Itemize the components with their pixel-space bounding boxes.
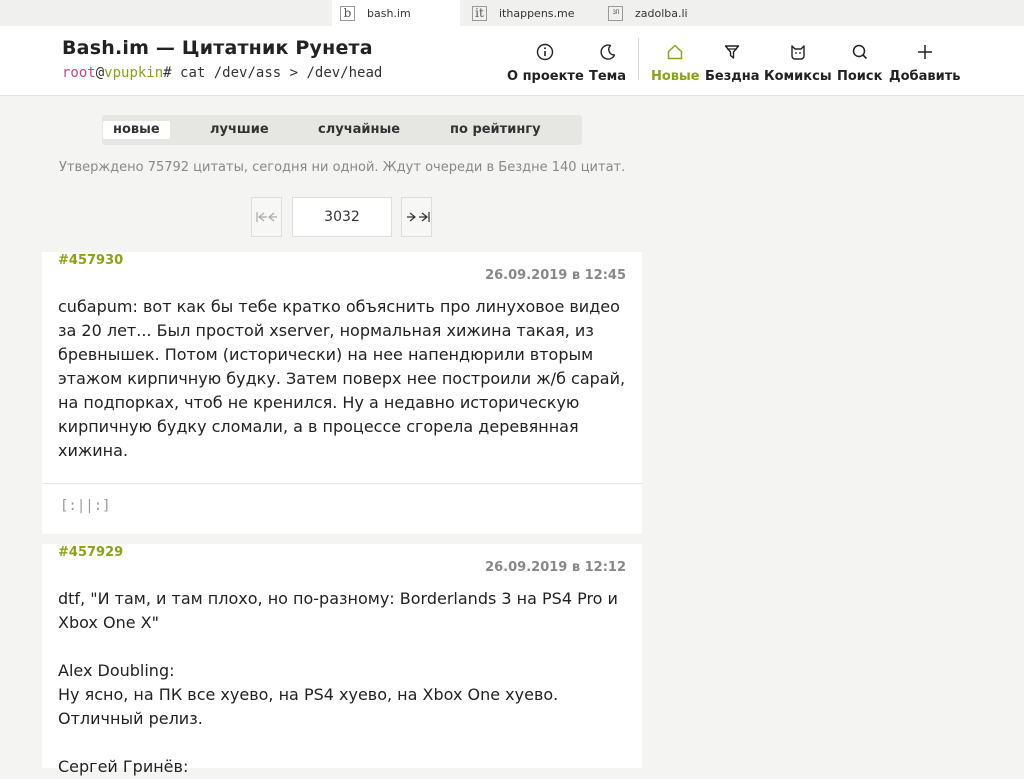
cat-icon bbox=[787, 41, 809, 63]
nav-label: Новые bbox=[651, 69, 700, 84]
site-title[interactable]: Bash.im — Цитатник Рунета bbox=[62, 37, 373, 59]
prompt-at: @ bbox=[95, 65, 105, 81]
nav-label: Тема bbox=[589, 69, 627, 84]
nav-comics[interactable]: Комиксы bbox=[764, 26, 832, 96]
quote-card: #457930 26.09.2019 в 12:45 cuбapum: вот … bbox=[42, 252, 642, 534]
network-tab-label: ithappens.me bbox=[499, 6, 575, 20]
sort-tabs: новые лучшие случайные по рейтингу bbox=[102, 115, 582, 145]
prompt-host: vpupkin bbox=[104, 65, 164, 81]
network-tab-ithappens[interactable]: it ithappens.me bbox=[464, 0, 596, 26]
network-bar: b bash.im it ithappens.me ЗЛ zadolba.li bbox=[0, 0, 1024, 26]
zadolba-logo-icon: ЗЛ bbox=[608, 5, 623, 21]
home-icon bbox=[664, 41, 686, 63]
quote-card: #457929 26.09.2019 в 12:12 dtf, "И там, … bbox=[42, 544, 642, 776]
nav-new[interactable]: Новые bbox=[651, 26, 700, 96]
prompt-command: # cat /dev/ass > /dev/head bbox=[163, 65, 383, 81]
nav-label: Комиксы bbox=[764, 69, 832, 84]
network-tab-bash[interactable]: b bash.im bbox=[332, 0, 460, 26]
info-icon bbox=[534, 41, 556, 63]
quote-date: 26.09.2019 в 12:12 bbox=[485, 560, 626, 575]
pager-next-last[interactable] bbox=[401, 197, 432, 237]
page-number-input[interactable]: 3032 bbox=[292, 197, 392, 237]
nav-divider bbox=[638, 38, 639, 80]
quote-text: dtf, "И там, и там плохо, но по-разному:… bbox=[58, 589, 618, 776]
pager-first-prev[interactable] bbox=[251, 197, 282, 237]
sort-random[interactable]: случайные bbox=[308, 121, 410, 139]
quote-footer: [:||:] bbox=[42, 483, 642, 533]
header-prompt: root@vpupkin# cat /dev/ass > /dev/head bbox=[62, 65, 382, 81]
quote-rating[interactable]: [:||:] bbox=[60, 498, 111, 514]
quote-stats: Утверждено 75792 цитаты, сегодня ни одно… bbox=[59, 160, 626, 175]
bash-logo-icon: b bbox=[340, 5, 355, 21]
nav-label: Бездна bbox=[705, 69, 760, 84]
quote-date: 26.09.2019 в 12:45 bbox=[485, 268, 626, 283]
prompt-user: root bbox=[62, 65, 96, 81]
plus-icon bbox=[914, 41, 936, 63]
arrow-left-icon bbox=[255, 212, 277, 222]
site-header: Bash.im — Цитатник Рунета root@vpupkin# … bbox=[0, 26, 1024, 96]
nav-about[interactable]: О проекте bbox=[507, 26, 584, 96]
network-tab-label: zadolba.li bbox=[635, 6, 688, 20]
quote-id[interactable]: #457930 bbox=[58, 253, 123, 268]
ithappens-logo-icon: it bbox=[472, 5, 487, 21]
sort-new[interactable]: новые bbox=[103, 121, 170, 139]
nav-abyss[interactable]: Бездна bbox=[705, 26, 760, 96]
funnel-icon bbox=[721, 41, 743, 63]
nav-search[interactable]: Поиск bbox=[837, 26, 882, 96]
nav-theme[interactable]: Тема bbox=[589, 26, 626, 96]
sort-by-rating[interactable]: по рейтингу bbox=[440, 121, 551, 139]
moon-icon bbox=[597, 41, 619, 63]
network-tab-label: bash.im bbox=[367, 6, 411, 20]
quote-id[interactable]: #457929 bbox=[58, 545, 123, 560]
sort-best[interactable]: лучшие bbox=[200, 121, 279, 139]
search-icon bbox=[849, 41, 871, 63]
quote-text: cuбapum: вот как бы тебе кратко объяснит… bbox=[58, 297, 631, 460]
nav-label: Поиск bbox=[837, 69, 883, 84]
nav-label: О проекте bbox=[507, 69, 584, 84]
arrow-right-icon bbox=[406, 212, 430, 222]
nav-label: Добавить bbox=[889, 69, 961, 84]
network-tab-zadolba[interactable]: ЗЛ zadolba.li bbox=[600, 0, 720, 26]
nav-add[interactable]: Добавить bbox=[889, 26, 960, 96]
